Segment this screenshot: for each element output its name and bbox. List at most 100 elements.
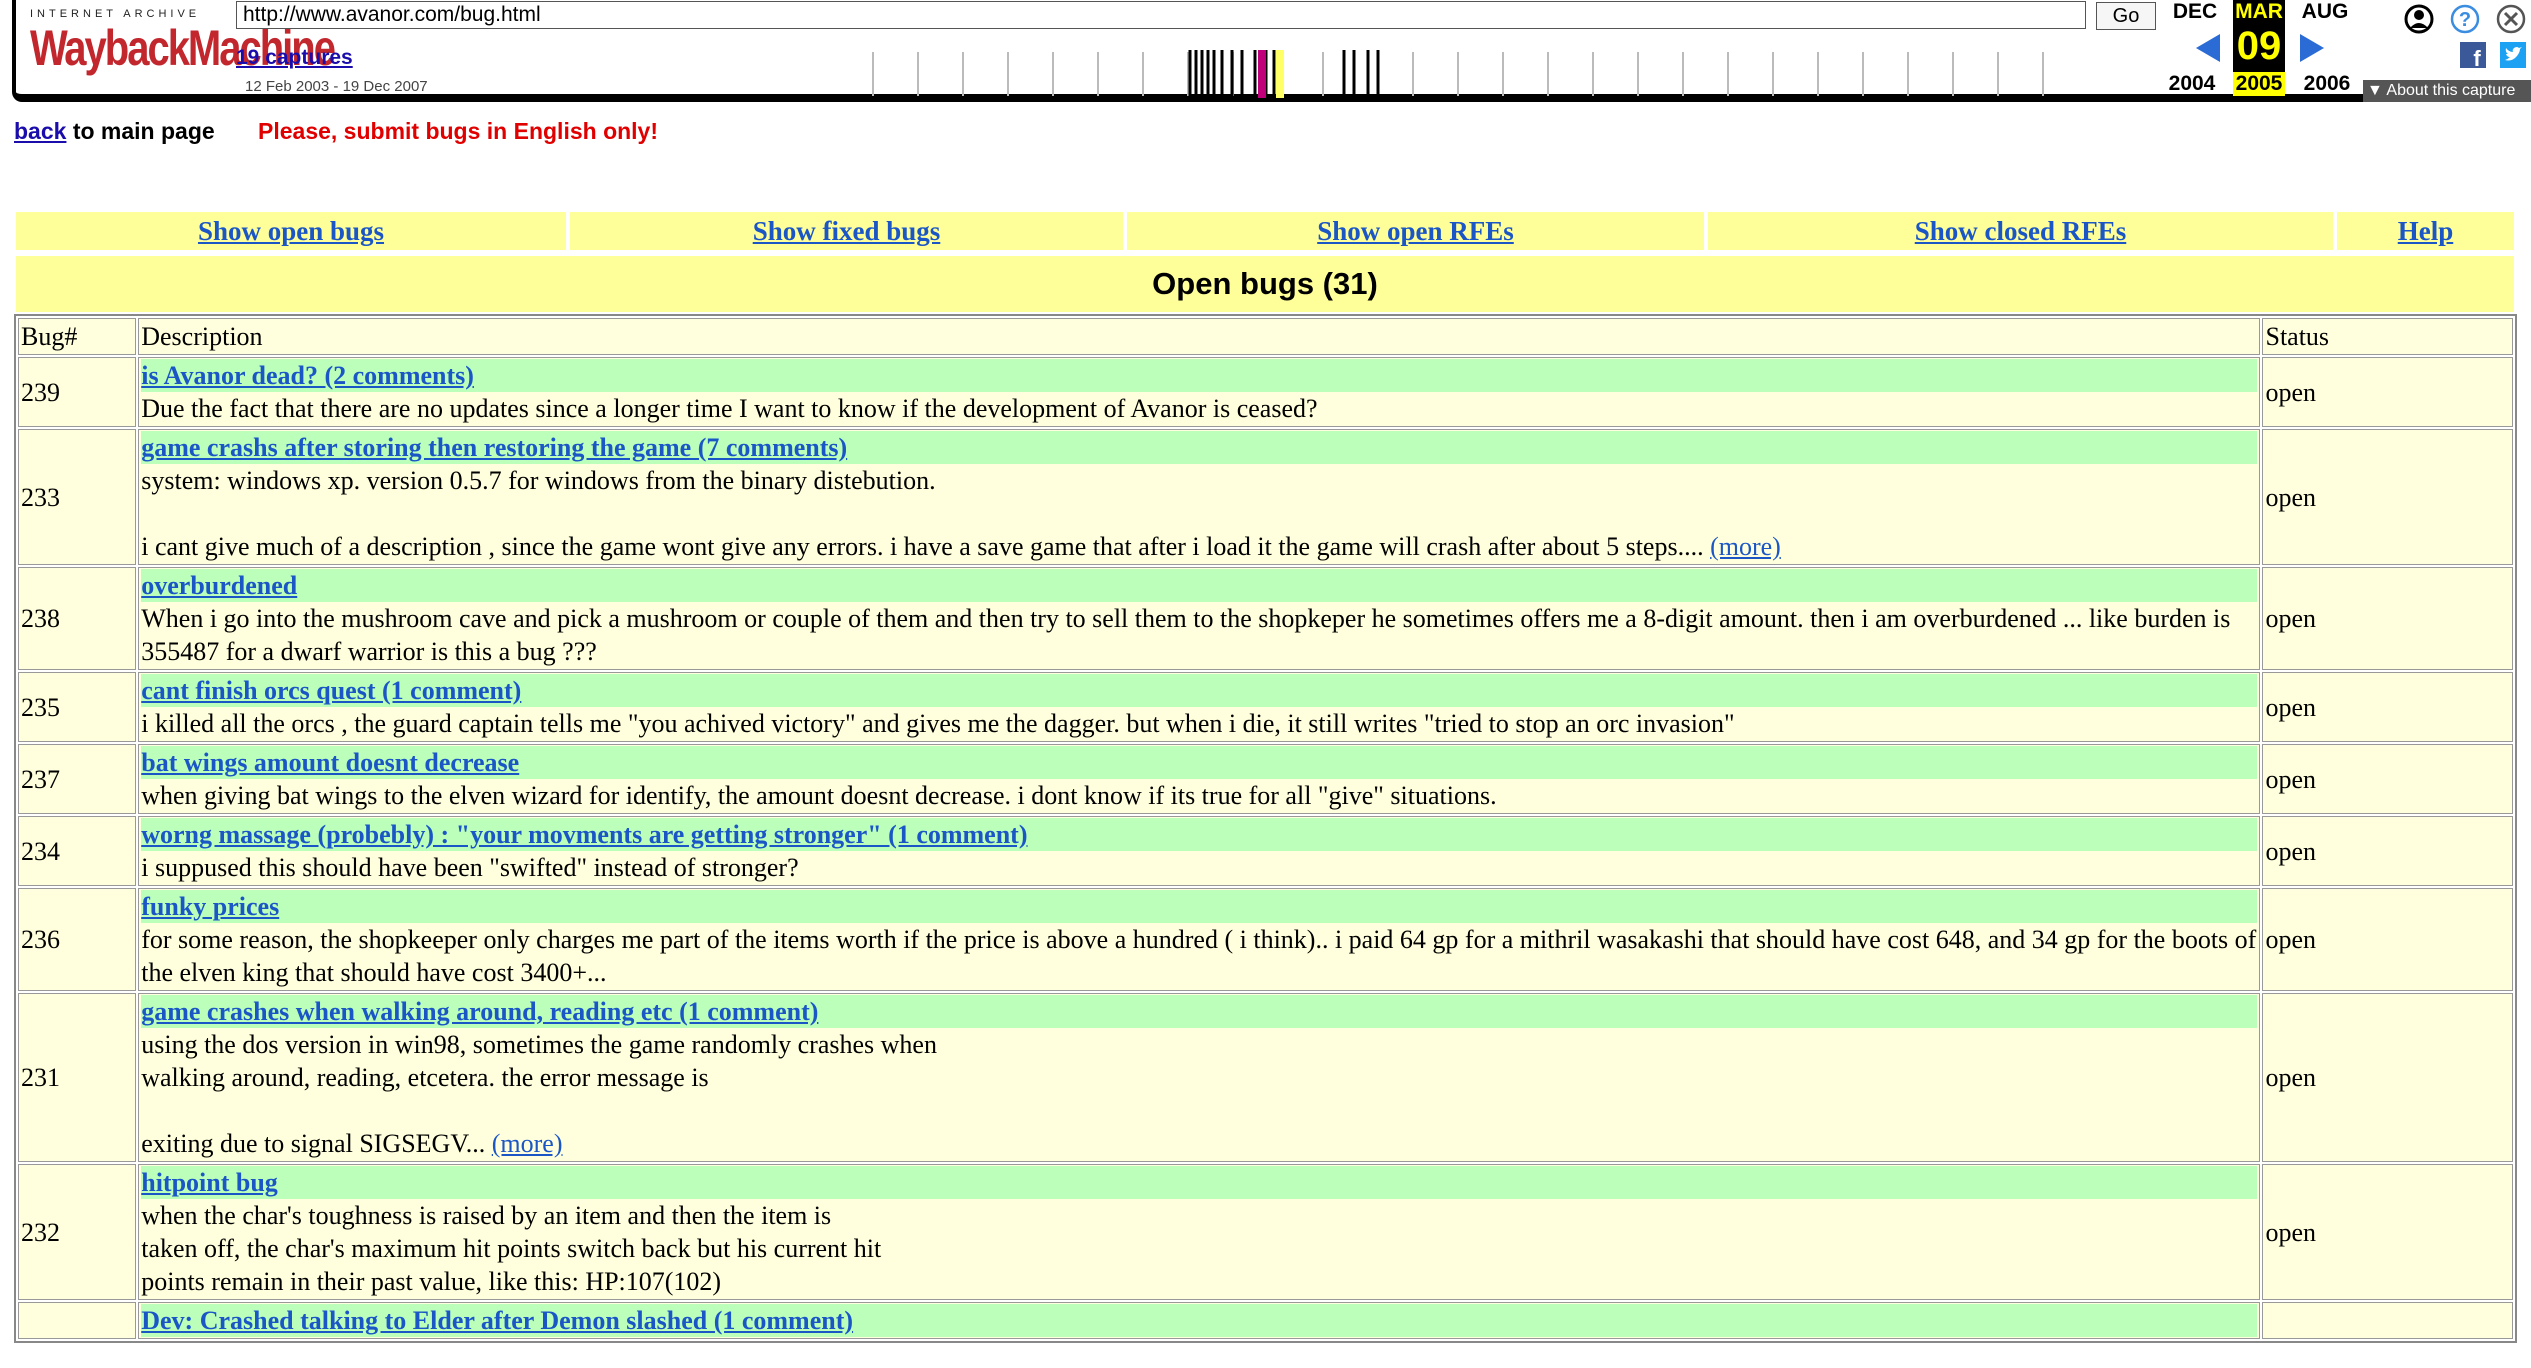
bug-title-link[interactable]: is Avanor dead? (2 comments) [141, 361, 474, 390]
bug-table: Bug# Description Status 239 is Avanor dea… [14, 314, 2517, 1343]
show-open-bugs-link[interactable]: Show open bugs [198, 216, 384, 247]
table-row: Dev: Crashed talking to Elder after Demo… [18, 1302, 2513, 1339]
bug-title-bar: funky prices [141, 890, 2258, 923]
prev-year-label[interactable]: 2004 [2157, 72, 2227, 96]
bug-description: is Avanor dead? (2 comments) Due the fact… [138, 357, 2261, 427]
bug-body: for some reason, the shopkeeper only cha… [141, 923, 2257, 989]
svg-text:?: ? [2459, 9, 2471, 31]
current-year: 2005 [2233, 72, 2285, 96]
prev-month-label[interactable]: DEC [2160, 0, 2230, 24]
current-capture-date: MAR 09 2005 [2233, 0, 2285, 100]
facebook-icon[interactable]: f [2460, 42, 2486, 71]
bug-description: game crashs after storing then restoring… [138, 429, 2261, 565]
next-capture-arrow[interactable] [2300, 34, 2324, 62]
bug-body: when the char's toughness is raised by a… [141, 1199, 2257, 1298]
bug-id [18, 1302, 137, 1339]
bug-title-link[interactable]: cant finish orcs quest (1 comment) [141, 676, 521, 705]
bug-description: bat wings amount doesnt decrease when giv… [138, 744, 2261, 814]
bug-status: open [2262, 888, 2513, 991]
help-icon[interactable]: ? [2450, 4, 2480, 34]
next-year-label[interactable]: 2006 [2292, 72, 2362, 96]
bug-title-bar: bat wings amount doesnt decrease [141, 746, 2258, 779]
back-link[interactable]: back [14, 118, 66, 144]
bug-title-link[interactable]: overburdened [141, 571, 297, 600]
bug-title-link[interactable]: game crashs after storing then restoring… [141, 433, 847, 462]
nav-cell-open-rfes: Show open RFEs [1127, 212, 1704, 250]
bug-title-link[interactable]: Dev: Crashed talking to Elder after Demo… [141, 1306, 853, 1335]
captures-link[interactable]: 19 captures [236, 46, 353, 70]
wayback-logo[interactable]: INTERNET ARCHIVE WaybackMachine [30, 8, 336, 78]
twitter-icon[interactable] [2500, 42, 2526, 68]
bug-body-text: i suppused this should have been "swifte… [141, 853, 799, 882]
bug-title-bar: hitpoint bug [141, 1166, 2258, 1199]
bug-body-text: When i go into the mushroom cave and pic… [141, 604, 2237, 666]
table-row: 239 is Avanor dead? (2 comments) Due the f… [18, 357, 2513, 427]
bug-title-link[interactable]: funky prices [141, 892, 279, 921]
bug-description: hitpoint bug when the char's toughness is… [138, 1164, 2261, 1300]
bug-title-link[interactable]: worng massage (probebly) : "your movment… [141, 820, 1027, 849]
logo-main-text: WaybackMachine [30, 21, 336, 77]
bug-title-bar: is Avanor dead? (2 comments) [141, 359, 2258, 392]
go-button[interactable]: Go [2096, 2, 2156, 30]
bug-status: open [2262, 567, 2513, 670]
bug-body: using the dos version in win98, sometime… [141, 1028, 2257, 1160]
bug-status: open [2262, 357, 2513, 427]
bug-status: open [2262, 744, 2513, 814]
bug-title-bar: Dev: Crashed talking to Elder after Demo… [141, 1304, 2258, 1337]
table-row: 232 hitpoint bug when the char's toughness… [18, 1164, 2513, 1300]
prev-capture-arrow[interactable] [2196, 34, 2220, 62]
table-row: 238 overburdened When i go into the mushro… [18, 567, 2513, 670]
show-closed-rfes-link[interactable]: Show closed RFEs [1915, 216, 2127, 247]
bug-title-bar: worng massage (probebly) : "your movment… [141, 818, 2258, 851]
bug-nav-bar: Show open bugs Show fixed bugs Show open… [16, 212, 2514, 250]
bug-body: system: windows xp. version 0.5.7 for wi… [141, 464, 2257, 563]
bug-title-bar: overburdened [141, 569, 2258, 602]
bug-description: game crashes when walking around, readin… [138, 993, 2261, 1162]
more-link[interactable]: (more) [1710, 532, 1781, 561]
bug-title-link[interactable]: bat wings amount doesnt decrease [141, 748, 519, 777]
back-row: back to main page [14, 118, 215, 145]
show-fixed-bugs-link[interactable]: Show fixed bugs [753, 216, 941, 247]
bug-id: 234 [18, 816, 137, 886]
bug-body-text: Due the fact that there are no updates s… [141, 394, 1318, 423]
about-capture-label: About this capture [2386, 82, 2516, 99]
table-row: 233 game crashs after storing then restor… [18, 429, 2513, 565]
bug-id: 231 [18, 993, 137, 1162]
bug-title-link[interactable]: game crashes when walking around, readin… [141, 997, 818, 1026]
bug-id: 233 [18, 429, 137, 565]
capture-date-range: 12 Feb 2003 - 19 Dec 2007 [245, 78, 428, 95]
dropdown-arrow-icon: ▼ [2367, 82, 2387, 99]
bug-id: 237 [18, 744, 137, 814]
nav-cell-help: Help [2337, 212, 2514, 250]
bug-status: open [2262, 816, 2513, 886]
more-link[interactable]: (more) [492, 1129, 563, 1158]
help-link[interactable]: Help [2398, 216, 2454, 247]
bug-body-text: i killed all the orcs , the guard captai… [141, 709, 1735, 738]
header-description: Description [138, 318, 2261, 355]
bug-body: when giving bat wings to the elven wizar… [141, 779, 2257, 812]
bug-id: 239 [18, 357, 137, 427]
about-capture-dropdown[interactable]: ▼ About this capture [2363, 80, 2531, 102]
wayback-toolbar: INTERNET ARCHIVE WaybackMachine http://w… [0, 0, 2531, 108]
bug-description: overburdened When i go into the mushroom … [138, 567, 2261, 670]
url-input[interactable]: http://www.avanor.com/bug.html [236, 1, 2086, 29]
capture-sparkline[interactable] [870, 50, 2070, 100]
bug-title-bar: game crashs after storing then restoring… [141, 431, 2258, 464]
next-month-label[interactable]: AUG [2290, 0, 2360, 24]
bug-status [2262, 1302, 2513, 1339]
bug-description: cant finish orcs quest (1 comment) i kill… [138, 672, 2261, 742]
bug-body: When i go into the mushroom cave and pic… [141, 602, 2257, 668]
close-icon[interactable] [2496, 4, 2526, 34]
bug-body: i killed all the orcs , the guard captai… [141, 707, 2257, 740]
bug-status: open [2262, 993, 2513, 1162]
bug-id: 235 [18, 672, 137, 742]
bug-body: i suppused this should have been "swifte… [141, 851, 2257, 884]
bug-title-link[interactable]: hitpoint bug [141, 1168, 278, 1197]
table-row: 236 funky prices for some reason, the shop… [18, 888, 2513, 991]
table-header-row: Bug# Description Status [18, 318, 2513, 355]
bug-title-bar: game crashes when walking around, readin… [141, 995, 2258, 1028]
user-icon[interactable] [2404, 4, 2434, 34]
page-title: Open bugs (31) [16, 256, 2514, 312]
show-open-rfes-link[interactable]: Show open RFEs [1317, 216, 1514, 247]
bug-title-bar: cant finish orcs quest (1 comment) [141, 674, 2258, 707]
